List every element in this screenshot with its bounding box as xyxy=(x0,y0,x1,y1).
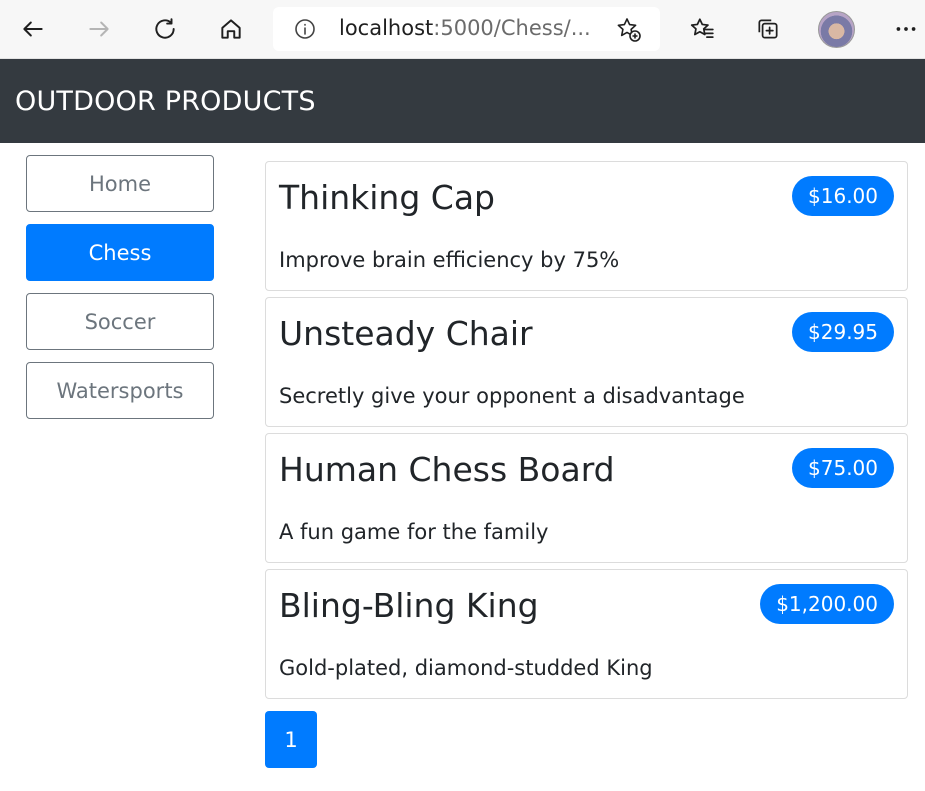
collections-icon[interactable] xyxy=(750,10,786,48)
site-title: OUTDOOR PRODUCTS xyxy=(15,86,316,117)
product-name: Unsteady Chair xyxy=(279,314,533,353)
product-description: Improve brain efficiency by 75% xyxy=(279,248,620,272)
home-icon[interactable] xyxy=(213,10,249,48)
site-header: OUTDOOR PRODUCTS xyxy=(0,59,925,143)
profile-avatar[interactable] xyxy=(818,11,855,48)
price-badge: $16.00 xyxy=(792,176,894,216)
more-icon[interactable] xyxy=(888,10,924,48)
address-bar[interactable]: localhost:5000/Chess/... xyxy=(273,7,660,51)
price-badge: $75.00 xyxy=(792,448,894,488)
product-name: Human Chess Board xyxy=(279,450,615,489)
product-card: Bling-Bling King $1,200.00 Gold-plated, … xyxy=(265,569,908,699)
product-name: Thinking Cap xyxy=(279,178,495,217)
product-description: A fun game for the family xyxy=(279,520,549,544)
product-card: Thinking Cap $16.00 Improve brain effici… xyxy=(265,161,908,291)
refresh-icon[interactable] xyxy=(147,10,183,48)
product-name: Bling-Bling King xyxy=(279,586,539,625)
product-description: Secretly give your opponent a disadvanta… xyxy=(279,384,745,408)
info-icon[interactable] xyxy=(293,17,317,41)
category-chess-button[interactable]: Chess xyxy=(26,224,214,281)
product-card: Unsteady Chair $29.95 Secretly give your… xyxy=(265,297,908,427)
url-text: localhost:5000/Chess/... xyxy=(339,16,591,40)
price-badge: $1,200.00 xyxy=(760,584,894,624)
category-soccer-button[interactable]: Soccer xyxy=(26,293,214,350)
category-watersports-button[interactable]: Watersports xyxy=(26,362,214,419)
browser-toolbar: localhost:5000/Chess/... xyxy=(0,0,925,59)
add-favorite-icon[interactable] xyxy=(615,16,643,44)
price-badge: $29.95 xyxy=(792,312,894,352)
product-description: Gold-plated, diamond-studded King xyxy=(279,656,653,680)
favorites-icon[interactable] xyxy=(684,10,720,48)
product-card: Human Chess Board $75.00 A fun game for … xyxy=(265,433,908,563)
page-1-button[interactable]: 1 xyxy=(265,711,317,768)
category-home-button[interactable]: Home xyxy=(26,155,214,212)
back-arrow-icon[interactable] xyxy=(15,10,51,48)
forward-arrow-icon[interactable] xyxy=(81,10,117,48)
